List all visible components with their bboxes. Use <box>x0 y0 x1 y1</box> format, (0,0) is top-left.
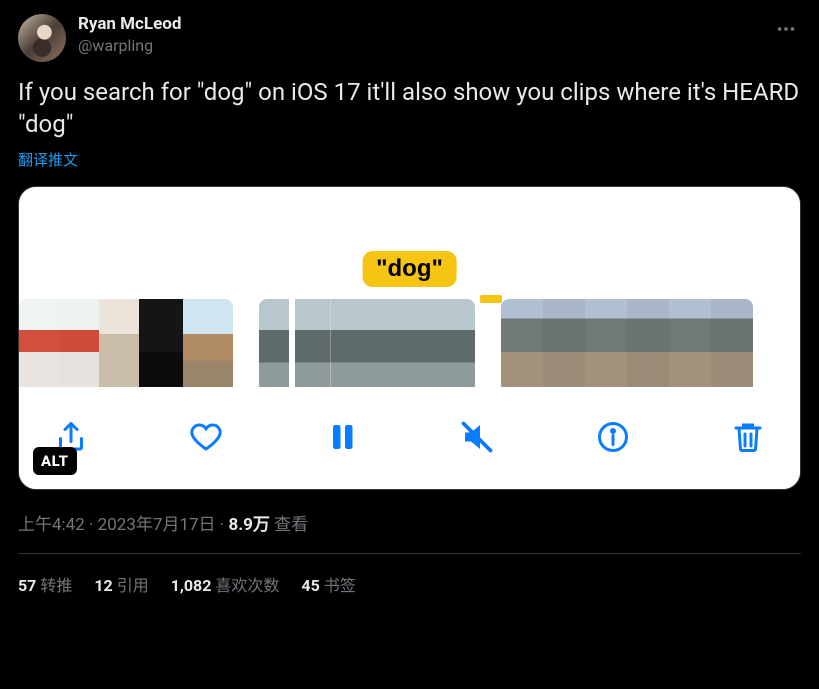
clip-frame <box>711 299 753 387</box>
retweets-stat[interactable]: 57转推 <box>18 572 72 596</box>
clip-frame <box>627 299 669 387</box>
clip-frame <box>501 299 543 387</box>
views-label: 查看 <box>274 515 308 535</box>
search-match-badge: "dog" <box>362 251 457 287</box>
author-block[interactable]: Ryan McLeod @warpling <box>78 14 759 55</box>
video-timeline[interactable] <box>19 289 800 399</box>
timeline-marker <box>480 295 502 303</box>
media-preview-area: "dog" <box>19 187 800 289</box>
clip-frame <box>59 299 99 387</box>
display-name: Ryan McLeod <box>78 14 759 34</box>
more-button[interactable] <box>771 14 801 48</box>
media-card[interactable]: "dog" <box>18 186 801 490</box>
clip-group-active[interactable] <box>259 299 475 393</box>
clip-frame <box>669 299 711 387</box>
views-count[interactable]: 8.9万 <box>228 515 269 535</box>
mute-button[interactable] <box>459 419 495 455</box>
clip-group[interactable] <box>19 299 233 393</box>
avatar[interactable] <box>18 14 66 62</box>
tweet-text: If you search for "dog" on iOS 17 it'll … <box>18 76 801 141</box>
retweets-label: 转推 <box>40 576 72 595</box>
heart-icon <box>188 419 224 455</box>
info-icon <box>595 419 631 455</box>
tweet-container: Ryan McLeod @warpling If you search for … <box>0 0 819 610</box>
clip-frame <box>585 299 627 387</box>
clip-frame <box>139 299 183 387</box>
clip-frame <box>331 299 403 387</box>
clip-frame <box>403 299 475 387</box>
alt-badge[interactable]: ALT <box>33 447 77 475</box>
tweet-date[interactable]: 2023年7月17日 <box>98 515 216 535</box>
media-toolbar <box>19 399 800 489</box>
likes-count: 1,082 <box>171 576 212 595</box>
mute-icon <box>459 419 495 455</box>
pause-icon <box>324 419 360 455</box>
clip-frame <box>19 299 59 387</box>
likes-stat[interactable]: 1,082喜欢次数 <box>171 572 280 596</box>
author-handle: @warpling <box>78 36 759 55</box>
quotes-stat[interactable]: 12 引用 <box>94 572 148 596</box>
clip-frame <box>99 299 139 387</box>
bookmarks-label: 书签 <box>324 576 356 595</box>
trash-icon <box>730 419 766 455</box>
tweet-header: Ryan McLeod @warpling <box>18 14 801 62</box>
tweet-meta: 上午4:42 · 2023年7月17日 · 8.9万 查看 <box>18 510 801 535</box>
like-button[interactable] <box>188 419 224 455</box>
quotes-label: 引用 <box>117 576 149 595</box>
playhead[interactable] <box>289 299 295 393</box>
likes-label: 喜欢次数 <box>215 576 279 595</box>
info-button[interactable] <box>595 419 631 455</box>
bookmarks-count: 45 <box>301 576 319 595</box>
retweets-count: 57 <box>18 576 36 595</box>
bookmarks-stat[interactable]: 45 书签 <box>301 572 355 596</box>
tweet-time[interactable]: 上午4:42 <box>18 515 85 535</box>
more-icon <box>775 18 797 40</box>
stats-row: 57转推 12 引用 1,082喜欢次数 45 书签 <box>18 554 801 596</box>
clip-frame <box>259 299 331 387</box>
clip-frame <box>183 299 233 387</box>
clip-frame <box>543 299 585 387</box>
quotes-count: 12 <box>94 576 112 595</box>
delete-button[interactable] <box>730 419 766 455</box>
pause-button[interactable] <box>324 419 360 455</box>
clip-group[interactable] <box>501 299 753 393</box>
translate-link[interactable]: 翻译推文 <box>18 149 801 170</box>
